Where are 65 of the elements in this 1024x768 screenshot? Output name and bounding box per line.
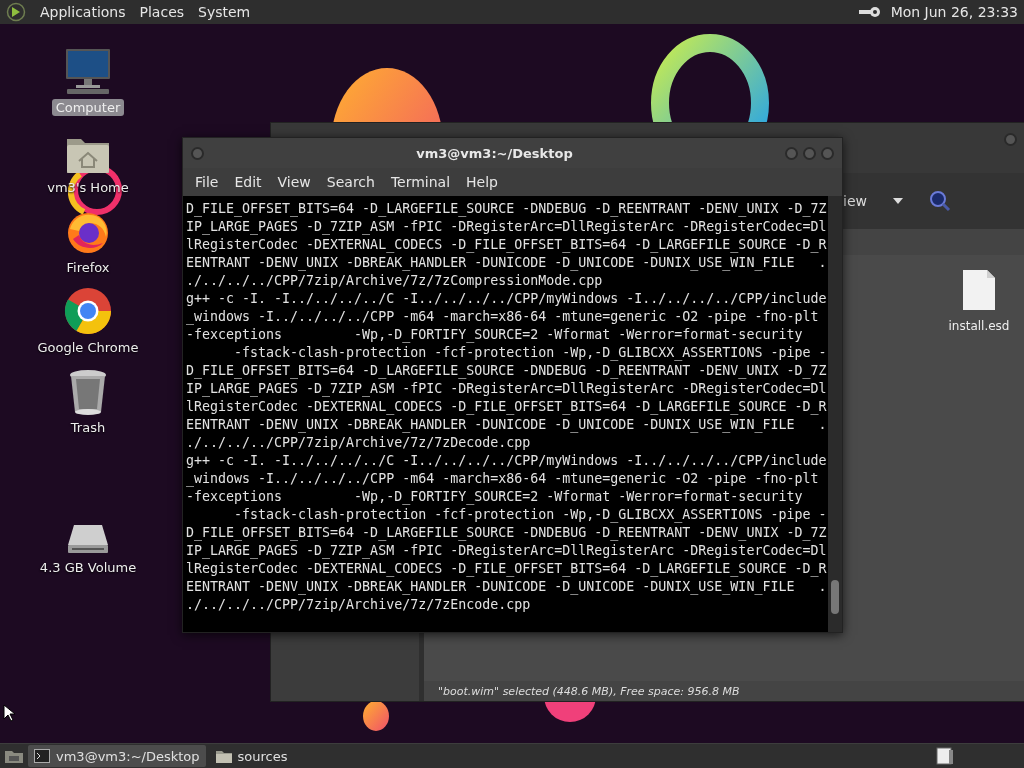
- menu-item[interactable]: Search: [318, 174, 383, 190]
- document-icon: [962, 269, 996, 311]
- taskbar-button[interactable]: vm3@vm3:~/Desktop: [28, 745, 206, 767]
- scrollbar[interactable]: [828, 196, 842, 632]
- terminal-line: EENTRANT -DENV_UNIX -DBREAK_HANDLER -DUNICODE -D_UNICODE -DUNIX_USE_WIN_FILE .: [186, 578, 827, 596]
- desktop-icon-label[interactable]: Firefox: [62, 259, 114, 276]
- drive-icon: [66, 523, 110, 555]
- terminal-line: IP_LARGE_PAGES -D_7ZIP_ASM -fPIC -DRegisterArc=DllRegisterArc -DRegisterCodec=Dl: [186, 380, 827, 398]
- panel-menu[interactable]: System: [198, 4, 251, 20]
- mouse-pointer-icon: [3, 704, 15, 722]
- terminal-line: IP_LARGE_PAGES -D_7ZIP_ASM -fPIC -DRegisterArc=DllRegisterArc -DRegisterCodec=Dl: [186, 542, 827, 560]
- notes-icon[interactable]: [936, 747, 954, 765]
- taskbar-button[interactable]: sources: [209, 745, 294, 767]
- terminal-line: g++ -c -I. -I../../../../C -I../../../../CPP/myWindows -I../../../../CPP/include: [186, 290, 827, 308]
- panel-menu[interactable]: Applications: [40, 4, 126, 20]
- terminal-line: -fexceptions -Wp,-D_FORTIFY_SOURCE=2 -Wformat -Werror=format-security: [186, 326, 803, 344]
- terminal-line: ./../../../CPP/7zip/Archive/7z/7zDecode.cpp: [186, 434, 531, 452]
- terminal-line: lRegisterCodec -DEXTERNAL_CODECS -D_FILE_OFFSET_BITS=64 -D_LARGEFILE_SOURCE -D_R: [186, 560, 827, 578]
- terminal-line: _windows -I../../../../CPP -m64 -march=x86-64 -mtune=generic -O2 -pipe -fno-plt: [186, 308, 819, 326]
- computer-icon: [63, 47, 113, 95]
- terminal-line: ./../../../CPP/7zip/Archive/7z/7zEncode.cpp: [186, 596, 531, 614]
- chrome-icon: [64, 287, 112, 335]
- wallpaper-dot: [363, 701, 389, 731]
- file-label[interactable]: install.esd: [948, 319, 1010, 333]
- logo-icon[interactable]: [6, 2, 26, 22]
- terminal-line: lRegisterCodec -DEXTERNAL_CODECS -D_FILE_OFFSET_BITS=64 -D_LARGEFILE_SOURCE -D_R: [186, 236, 827, 254]
- terminal-line: _windows -I../../../../CPP -m64 -march=x86-64 -mtune=generic -O2 -pipe -fno-plt: [186, 470, 819, 488]
- show-desktop-icon[interactable]: [4, 748, 24, 764]
- scrollbar-thumb[interactable]: [831, 580, 839, 614]
- panel-menu[interactable]: Places: [139, 4, 185, 20]
- terminal-line: EENTRANT -DENV_UNIX -DBREAK_HANDLER -DUNICODE -D_UNICODE -DUNIX_USE_WIN_FILE .: [186, 416, 827, 434]
- terminal-line: g++ -c -I. -I../../../../C -I../../../../CPP/myWindows -I../../../../CPP/include: [186, 452, 827, 470]
- terminal-line: D_FILE_OFFSET_BITS=64 -D_LARGEFILE_SOURCE -DNDEBUG -D_REENTRANT -DENV_UNIX -D_7Z: [186, 200, 827, 218]
- window-title: vm3@vm3:~/Desktop: [415, 145, 574, 161]
- window-button[interactable]: [821, 146, 834, 160]
- folder-icon: [215, 749, 232, 763]
- trash-icon: [68, 369, 108, 415]
- terminal-line: -fexceptions -Wp,-D_FORTIFY_SOURCE=2 -Wformat -Werror=format-security: [186, 488, 803, 506]
- desktop-icon-label[interactable]: Google Chrome: [33, 339, 143, 356]
- terminal-line: D_FILE_OFFSET_BITS=64 -D_LARGEFILE_SOURCE -DNDEBUG -D_REENTRANT -DENV_UNIX -D_7Z: [186, 524, 827, 542]
- menu-item[interactable]: View: [269, 174, 319, 190]
- terminal-icon: [34, 749, 50, 763]
- menu-item[interactable]: Help: [458, 174, 506, 190]
- terminal-line: IP_LARGE_PAGES -D_7ZIP_ASM -fPIC -DRegisterArc=DllRegisterArc -DRegisterCodec=Dl: [186, 218, 827, 236]
- window-button[interactable]: [785, 146, 798, 160]
- menu-item[interactable]: Edit: [226, 174, 270, 190]
- terminal-line: lRegisterCodec -DEXTERNAL_CODECS -D_FILE_OFFSET_BITS=64 -D_LARGEFILE_SOURCE -D_R: [186, 398, 827, 416]
- desktop-icon-label[interactable]: 4.3 GB Volume: [35, 559, 141, 576]
- window-button[interactable]: [191, 146, 204, 160]
- menu-item[interactable]: Terminal: [382, 174, 459, 190]
- window-button[interactable]: [803, 146, 816, 160]
- desktop-icon-label[interactable]: Trash: [66, 419, 110, 436]
- terminal-line: -fstack-clash-protection -fcf-protection -Wp,-D_GLIBCXX_ASSERTIONS -pipe -: [233, 344, 827, 362]
- dropdown-arrow-icon[interactable]: [892, 198, 903, 204]
- menu-item[interactable]: File: [187, 174, 227, 190]
- clock[interactable]: Mon Jun 26, 23:33: [890, 4, 1018, 20]
- terminal-line: D_FILE_OFFSET_BITS=64 -D_LARGEFILE_SOURCE -DNDEBUG -D_REENTRANT -DENV_UNIX -D_7Z: [186, 362, 827, 380]
- terminal-line: EENTRANT -DENV_UNIX -DBREAK_HANDLER -DUNICODE -D_UNICODE -DUNIX_USE_WIN_FILE .: [186, 254, 827, 272]
- toolbar-label[interactable]: iew: [843, 193, 867, 209]
- key-icon[interactable]: [858, 6, 881, 18]
- status-bar-text: "boot.wim" selected (448.6 MB), Free space: 956.8 MB: [438, 684, 740, 698]
- window-button[interactable]: [1004, 133, 1017, 146]
- terminal-line: ./../../../CPP/7zip/Archive/7z/7zCompressionMode.cpp: [186, 272, 603, 290]
- terminal-line: -fstack-clash-protection -fcf-protection -Wp,-D_GLIBCXX_ASSERTIONS -pipe -: [233, 506, 827, 524]
- search-icon[interactable]: [928, 190, 951, 212]
